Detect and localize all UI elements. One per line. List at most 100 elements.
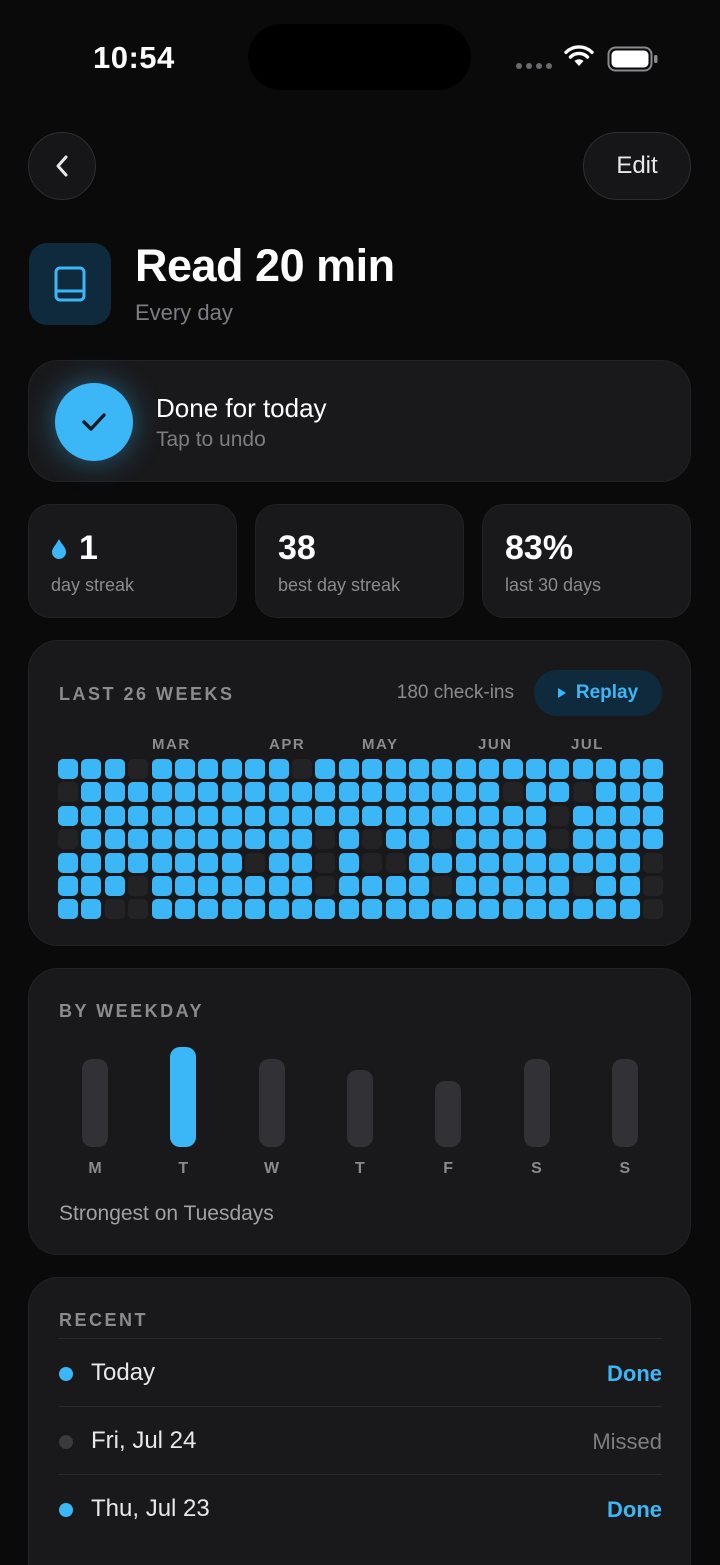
heatmap-cell — [81, 852, 102, 873]
heatmap-cell — [315, 876, 336, 896]
heatmap-cell — [572, 852, 593, 873]
heatmap-cell — [385, 852, 406, 873]
play-icon — [557, 688, 566, 698]
heatmap-cell — [362, 829, 383, 850]
heatmap-cell — [104, 852, 125, 873]
heatmap-cell — [268, 876, 289, 896]
heatmap-cell — [502, 829, 523, 850]
heatmap-cell — [643, 899, 663, 920]
heatmap-cell — [596, 899, 617, 920]
heatmap-cell — [151, 876, 172, 896]
recent-row[interactable]: Thu, Jul 23 Done — [59, 1474, 662, 1542]
heatmap-cell — [338, 759, 359, 779]
stat-value: 1 — [79, 529, 98, 567]
heatmap-cell — [198, 782, 219, 803]
heatmap-cell — [315, 899, 336, 920]
weekday-card: BY WEEKDAY MTWTFSS Strongest on Tuesdays — [28, 968, 691, 1255]
heatmap-cell — [596, 805, 617, 826]
heatmap-cell — [292, 829, 312, 850]
heatmap-cell — [221, 759, 242, 779]
heatmap-cell — [81, 829, 102, 850]
heatmap-cell — [502, 876, 523, 896]
heatmap-cell — [221, 876, 242, 896]
stat-label: day streak — [51, 575, 135, 595]
heatmap-cell — [409, 852, 429, 873]
heatmap-cell — [643, 782, 663, 803]
heatmap-cell — [549, 899, 570, 920]
heatmap-cell — [245, 805, 266, 826]
recent-row[interactable]: Today Done — [59, 1338, 662, 1406]
heatmap-cell — [245, 876, 266, 896]
heatmap-cell — [245, 829, 266, 850]
heatmap-cell — [175, 852, 195, 873]
recent-status: Done — [607, 1361, 662, 1386]
heatmap-cell — [58, 759, 78, 779]
heatmap-cell — [315, 829, 336, 850]
heatmap-cell — [619, 805, 640, 826]
heatmap-cell — [432, 805, 453, 826]
replay-label: Replay — [575, 682, 639, 703]
heatmap-cell — [128, 876, 149, 896]
heatmap-cell — [245, 899, 266, 920]
heatmap-cell — [58, 876, 78, 896]
stat-value: 83% — [505, 529, 574, 567]
done-title: Done for today — [156, 393, 327, 423]
heatmap-cell — [268, 829, 289, 850]
heatmap-cell — [198, 852, 219, 873]
month-label: JUN — [478, 736, 513, 753]
heatmap-cell — [362, 805, 383, 826]
recent-row[interactable]: Fri, Jul 24 Missed — [59, 1406, 662, 1474]
status-time: 10:54 — [93, 40, 175, 75]
heatmap-cell — [572, 899, 593, 920]
heatmap-cell — [526, 782, 546, 803]
heatmap-cell — [151, 852, 172, 873]
battery-icon — [607, 46, 658, 72]
heatmap-cell — [619, 899, 640, 920]
heatmap-cell — [455, 805, 476, 826]
heatmap-cell — [479, 852, 500, 873]
heatmap-cell — [151, 899, 172, 920]
heatmap-cell — [572, 876, 593, 896]
back-button[interactable] — [28, 132, 96, 200]
stat-best-streak: 38 best day streak — [255, 504, 464, 618]
heatmap-cell — [409, 899, 429, 920]
heatmap-cell — [81, 782, 102, 803]
heatmap-cell — [315, 805, 336, 826]
heatmap-cell — [338, 782, 359, 803]
status-dot — [59, 1503, 73, 1517]
heatmap-cell — [572, 782, 593, 803]
heatmap-cell — [362, 899, 383, 920]
heatmap-cell — [128, 759, 149, 779]
heatmap-cell — [385, 899, 406, 920]
weekday-bar — [346, 1070, 373, 1147]
heatmap-cell — [643, 759, 663, 779]
done-check-button[interactable] — [55, 383, 133, 461]
heatmap-cell — [292, 759, 312, 779]
heatmap-cell — [643, 852, 663, 873]
heatmap-cell — [338, 876, 359, 896]
heatmap-cell — [619, 782, 640, 803]
heatmap-cell — [549, 829, 570, 850]
weekday-chart: MTWTFSS — [82, 969, 642, 1189]
heatmap-cell — [175, 829, 195, 850]
heatmap-cell — [596, 782, 617, 803]
heatmap-cell — [455, 782, 476, 803]
recent-label: RECENT — [59, 1310, 149, 1330]
heatmap-cell — [549, 876, 570, 896]
replay-button[interactable]: Replay — [534, 670, 662, 716]
status-dot — [59, 1367, 73, 1381]
heatmap-cell — [198, 805, 219, 826]
heatmap-cell — [198, 829, 219, 850]
heatmap-cell — [526, 759, 546, 779]
edit-button[interactable]: Edit — [583, 132, 691, 200]
heatmap-cell — [596, 829, 617, 850]
heatmap-cell — [409, 805, 429, 826]
heatmap-cell — [81, 876, 102, 896]
heatmap-grid — [58, 759, 668, 921]
heatmap-cell — [362, 852, 383, 873]
done-today-card[interactable]: Done for today Tap to undo — [28, 360, 691, 482]
heatmap-cell — [292, 876, 312, 896]
heatmap-cell — [315, 759, 336, 779]
weekday-bar — [258, 1059, 285, 1147]
heatmap-cell — [432, 829, 453, 850]
